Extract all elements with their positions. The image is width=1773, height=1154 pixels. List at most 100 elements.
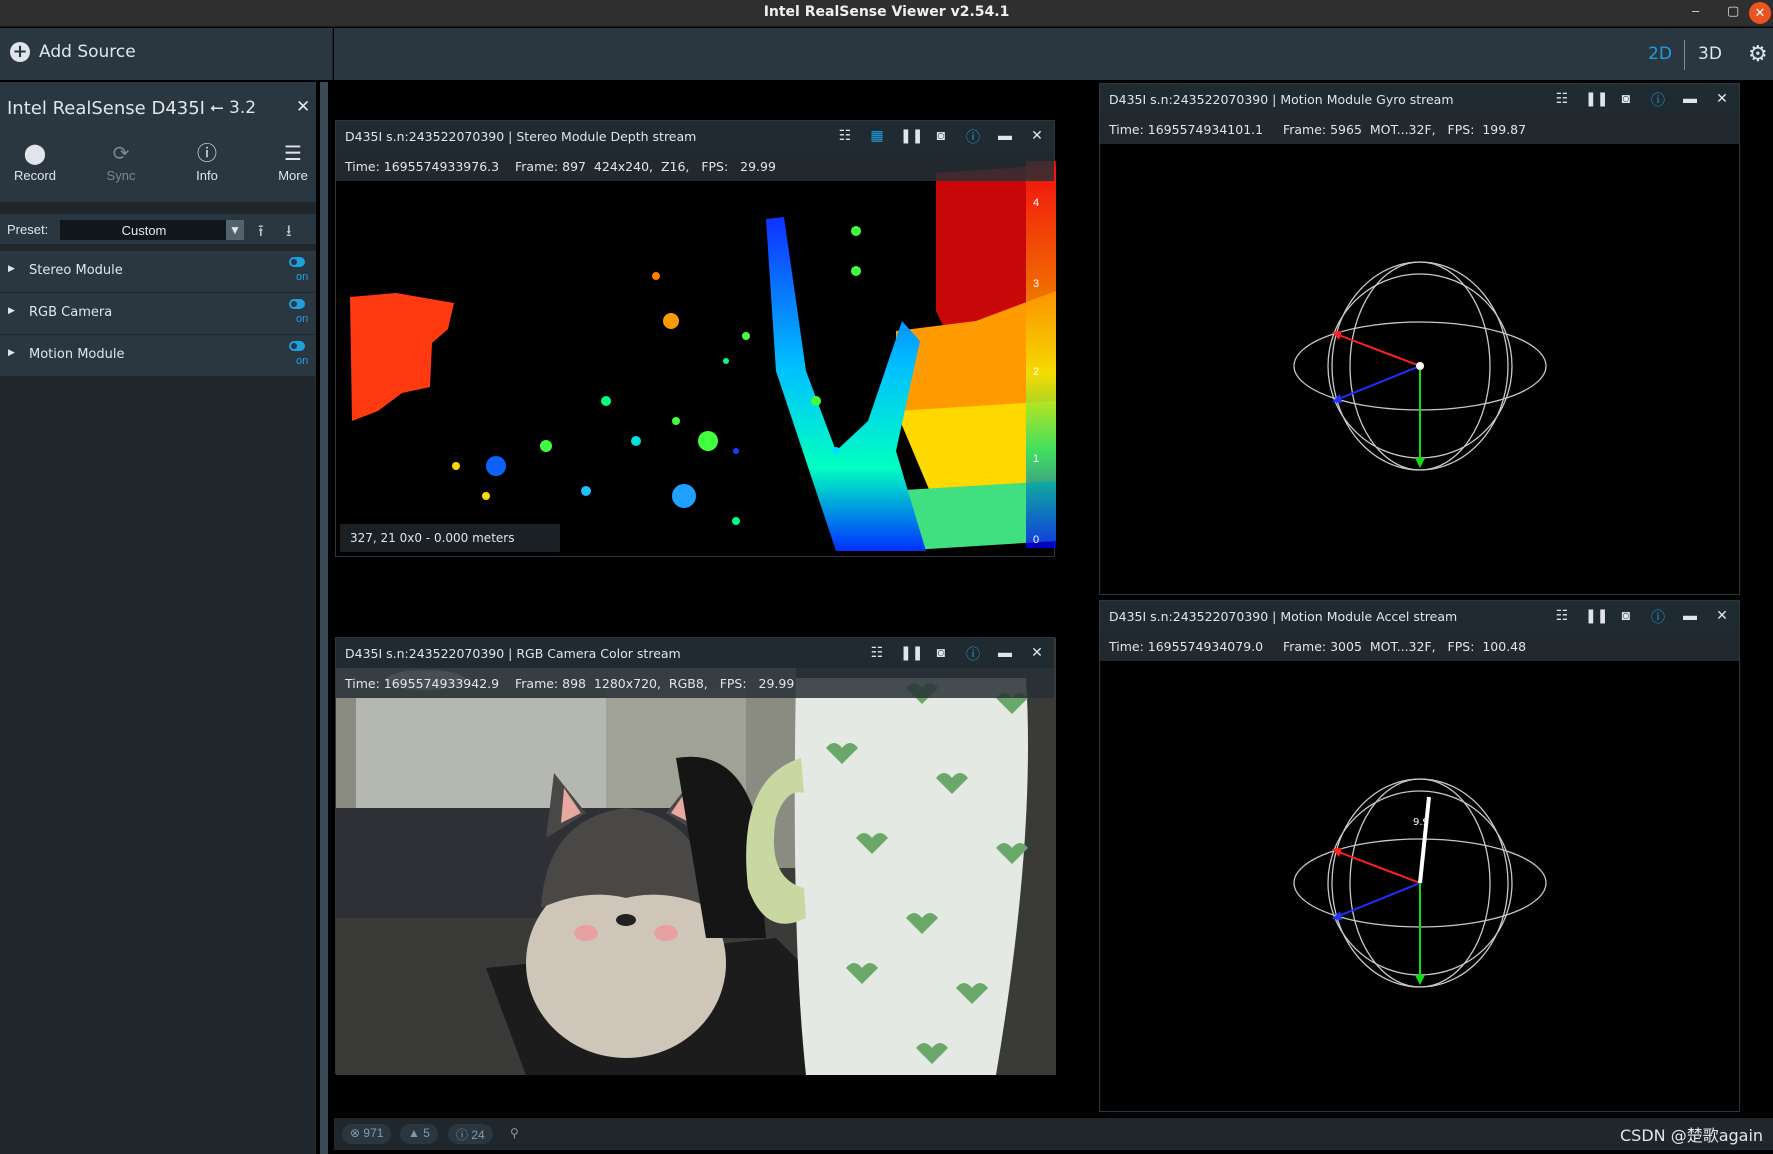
scale-label: 2	[1033, 366, 1040, 378]
stream-info: Time: 1695574933942.9 Frame: 898 1280x72…	[345, 676, 795, 691]
camera-icon[interactable]: ◙	[932, 127, 950, 147]
window-title: Intel RealSense Viewer v2.54.1	[763, 4, 1010, 20]
depth-stream-panel: 4 3 2 1 0 D435I s.n:243522070390 | Stere…	[335, 120, 1056, 557]
info-icon[interactable]: ⓘ	[964, 127, 982, 147]
maximize-icon[interactable]: ▢	[1727, 3, 1739, 19]
error-icon: ⊗	[350, 1126, 361, 1140]
pause-icon[interactable]: ❚❚	[1585, 607, 1608, 627]
expand-icon[interactable]: ▶	[8, 305, 15, 316]
maximize-icon[interactable]: ▬	[996, 644, 1014, 664]
preset-select[interactable]: Custom	[60, 220, 228, 240]
depth-readout: 327, 21 0x0 - 0.000 meters	[340, 524, 560, 552]
warning-icon: ▲	[408, 1126, 420, 1140]
camera-icon[interactable]: ◙	[932, 644, 950, 664]
download-icon[interactable]: ⭳	[286, 220, 292, 247]
scale-label: 3	[1033, 278, 1040, 290]
info-label: Info	[196, 168, 218, 183]
warning-count: 5	[423, 1126, 430, 1140]
module-toggle[interactable]	[289, 257, 305, 267]
preset-label: Preset:	[7, 222, 49, 237]
add-source-button[interactable]: + Add Source	[10, 42, 136, 62]
stream-info: Time: 1695574934079.0 Frame: 3005 MOT...…	[1109, 639, 1527, 654]
sync-button[interactable]: ⟳ Sync	[86, 140, 156, 183]
camera-icon[interactable]: ◙	[1617, 607, 1635, 627]
list-icon[interactable]: ☷	[1553, 607, 1571, 627]
error-count: 971	[363, 1126, 384, 1140]
close-icon[interactable]: ✕	[1028, 127, 1046, 147]
info-count-button[interactable]: ⓘ 24	[448, 1124, 493, 1144]
module-toggle[interactable]	[289, 341, 305, 351]
usb-label: 3.2	[229, 98, 257, 118]
info-icon[interactable]: ⓘ	[1649, 607, 1667, 627]
left-scrollbar[interactable]	[320, 82, 328, 1154]
info-count: 24	[471, 1128, 485, 1142]
color-stream-panel: D435I s.n:243522070390 | RGB Camera Colo…	[335, 637, 1056, 1075]
pause-icon[interactable]: ❚❚	[1585, 90, 1608, 110]
list-icon[interactable]: ☷	[1553, 90, 1571, 110]
maximize-icon[interactable]: ▬	[1681, 90, 1699, 110]
scale-label: 4	[1033, 197, 1040, 209]
close-window-button[interactable]: ✕	[1749, 2, 1771, 24]
title-bar: Intel RealSense Viewer v2.54.1 ‒ ▢ ✕	[0, 0, 1773, 27]
info-icon: ⓘ	[456, 1128, 469, 1142]
maximize-icon[interactable]: ▬	[1681, 607, 1699, 627]
error-count-button[interactable]: ⊗ 971	[342, 1124, 392, 1144]
stream-info: Time: 1695574934101.1 Frame: 5965 MOT...…	[1109, 122, 1527, 137]
stream-header: D435I s.n:243522070390 | Motion Module A…	[1100, 601, 1739, 631]
minimize-icon[interactable]: ‒	[1692, 3, 1699, 18]
module-motion[interactable]: ▶ Motion Module on	[0, 334, 316, 376]
module-stereo[interactable]: ▶ Stereo Module on	[0, 250, 316, 292]
pause-icon[interactable]: ❚❚	[900, 644, 923, 664]
sync-label: Sync	[106, 168, 136, 183]
module-toggle[interactable]	[289, 299, 305, 309]
chevron-down-icon[interactable]: ▼	[226, 220, 244, 240]
search-icon[interactable]: ⚲	[502, 1124, 527, 1144]
watermark: CSDN @楚歌again	[1620, 1126, 1764, 1145]
scale-label: 1	[1033, 453, 1040, 465]
info-icon[interactable]: ⓘ	[964, 644, 982, 664]
close-icon[interactable]: ✕	[1028, 644, 1046, 664]
module-label: Stereo Module	[29, 263, 123, 278]
maximize-icon[interactable]: ▬	[996, 127, 1014, 147]
record-label: Record	[14, 168, 56, 183]
gear-icon[interactable]: ⚙	[1748, 41, 1768, 67]
info-button[interactable]: ⓘ Info	[172, 140, 242, 183]
close-icon[interactable]: ✕	[1713, 607, 1731, 627]
upload-icon[interactable]: ⭱	[258, 220, 264, 247]
plus-icon: +	[10, 42, 30, 62]
info-icon: ⓘ	[197, 143, 217, 165]
list-icon[interactable]: ☷	[868, 644, 886, 664]
module-state: on	[296, 313, 309, 325]
module-rgb[interactable]: ▶ RGB Camera on	[0, 292, 316, 334]
expand-icon[interactable]: ▶	[8, 263, 15, 274]
module-state: on	[296, 271, 309, 283]
info-icon[interactable]: ⓘ	[1649, 90, 1667, 110]
view-toolbar	[334, 28, 1773, 80]
metrics-icon[interactable]: ▦	[868, 127, 886, 147]
warning-count-button[interactable]: ▲ 5	[400, 1124, 438, 1144]
close-icon[interactable]: ✕	[1713, 90, 1731, 110]
camera-icon[interactable]: ◙	[1617, 90, 1635, 110]
usb-version: ⭠ 3.2	[210, 98, 256, 118]
more-button[interactable]: ☰ More	[258, 140, 328, 183]
device-name: Intel RealSense D435I	[7, 98, 205, 119]
mode-2d-button[interactable]: 2D	[1648, 44, 1672, 64]
add-source-bar: + Add Source	[0, 28, 333, 80]
pause-icon[interactable]: ❚❚	[900, 127, 923, 147]
stream-info: Time: 1695574933976.3 Frame: 897 424x240…	[345, 159, 776, 174]
expand-icon[interactable]: ▶	[8, 347, 15, 358]
add-source-label: Add Source	[39, 42, 136, 62]
list-icon[interactable]: ☷	[836, 127, 854, 147]
stream-info-bar: Time: 1695574933976.3 Frame: 897 424x240…	[336, 151, 1054, 181]
remove-device-button[interactable]: ✕	[296, 97, 310, 117]
mode-divider	[1684, 40, 1685, 70]
gyro-visualization	[1293, 261, 1547, 471]
mode-3d-button[interactable]: 3D	[1698, 44, 1722, 64]
record-button[interactable]: ⬤ Record	[0, 140, 70, 183]
accel-magnitude: 9.9	[1413, 817, 1429, 828]
stream-header: D435I s.n:243522070390 | Motion Module G…	[1100, 84, 1739, 114]
stream-info-bar: Time: 1695574934079.0 Frame: 3005 MOT...…	[1100, 631, 1739, 661]
stream-title: D435I s.n:243522070390 | Stereo Module D…	[345, 129, 697, 144]
more-label: More	[278, 168, 308, 183]
stream-header: D435I s.n:243522070390 | RGB Camera Colo…	[336, 638, 1054, 668]
